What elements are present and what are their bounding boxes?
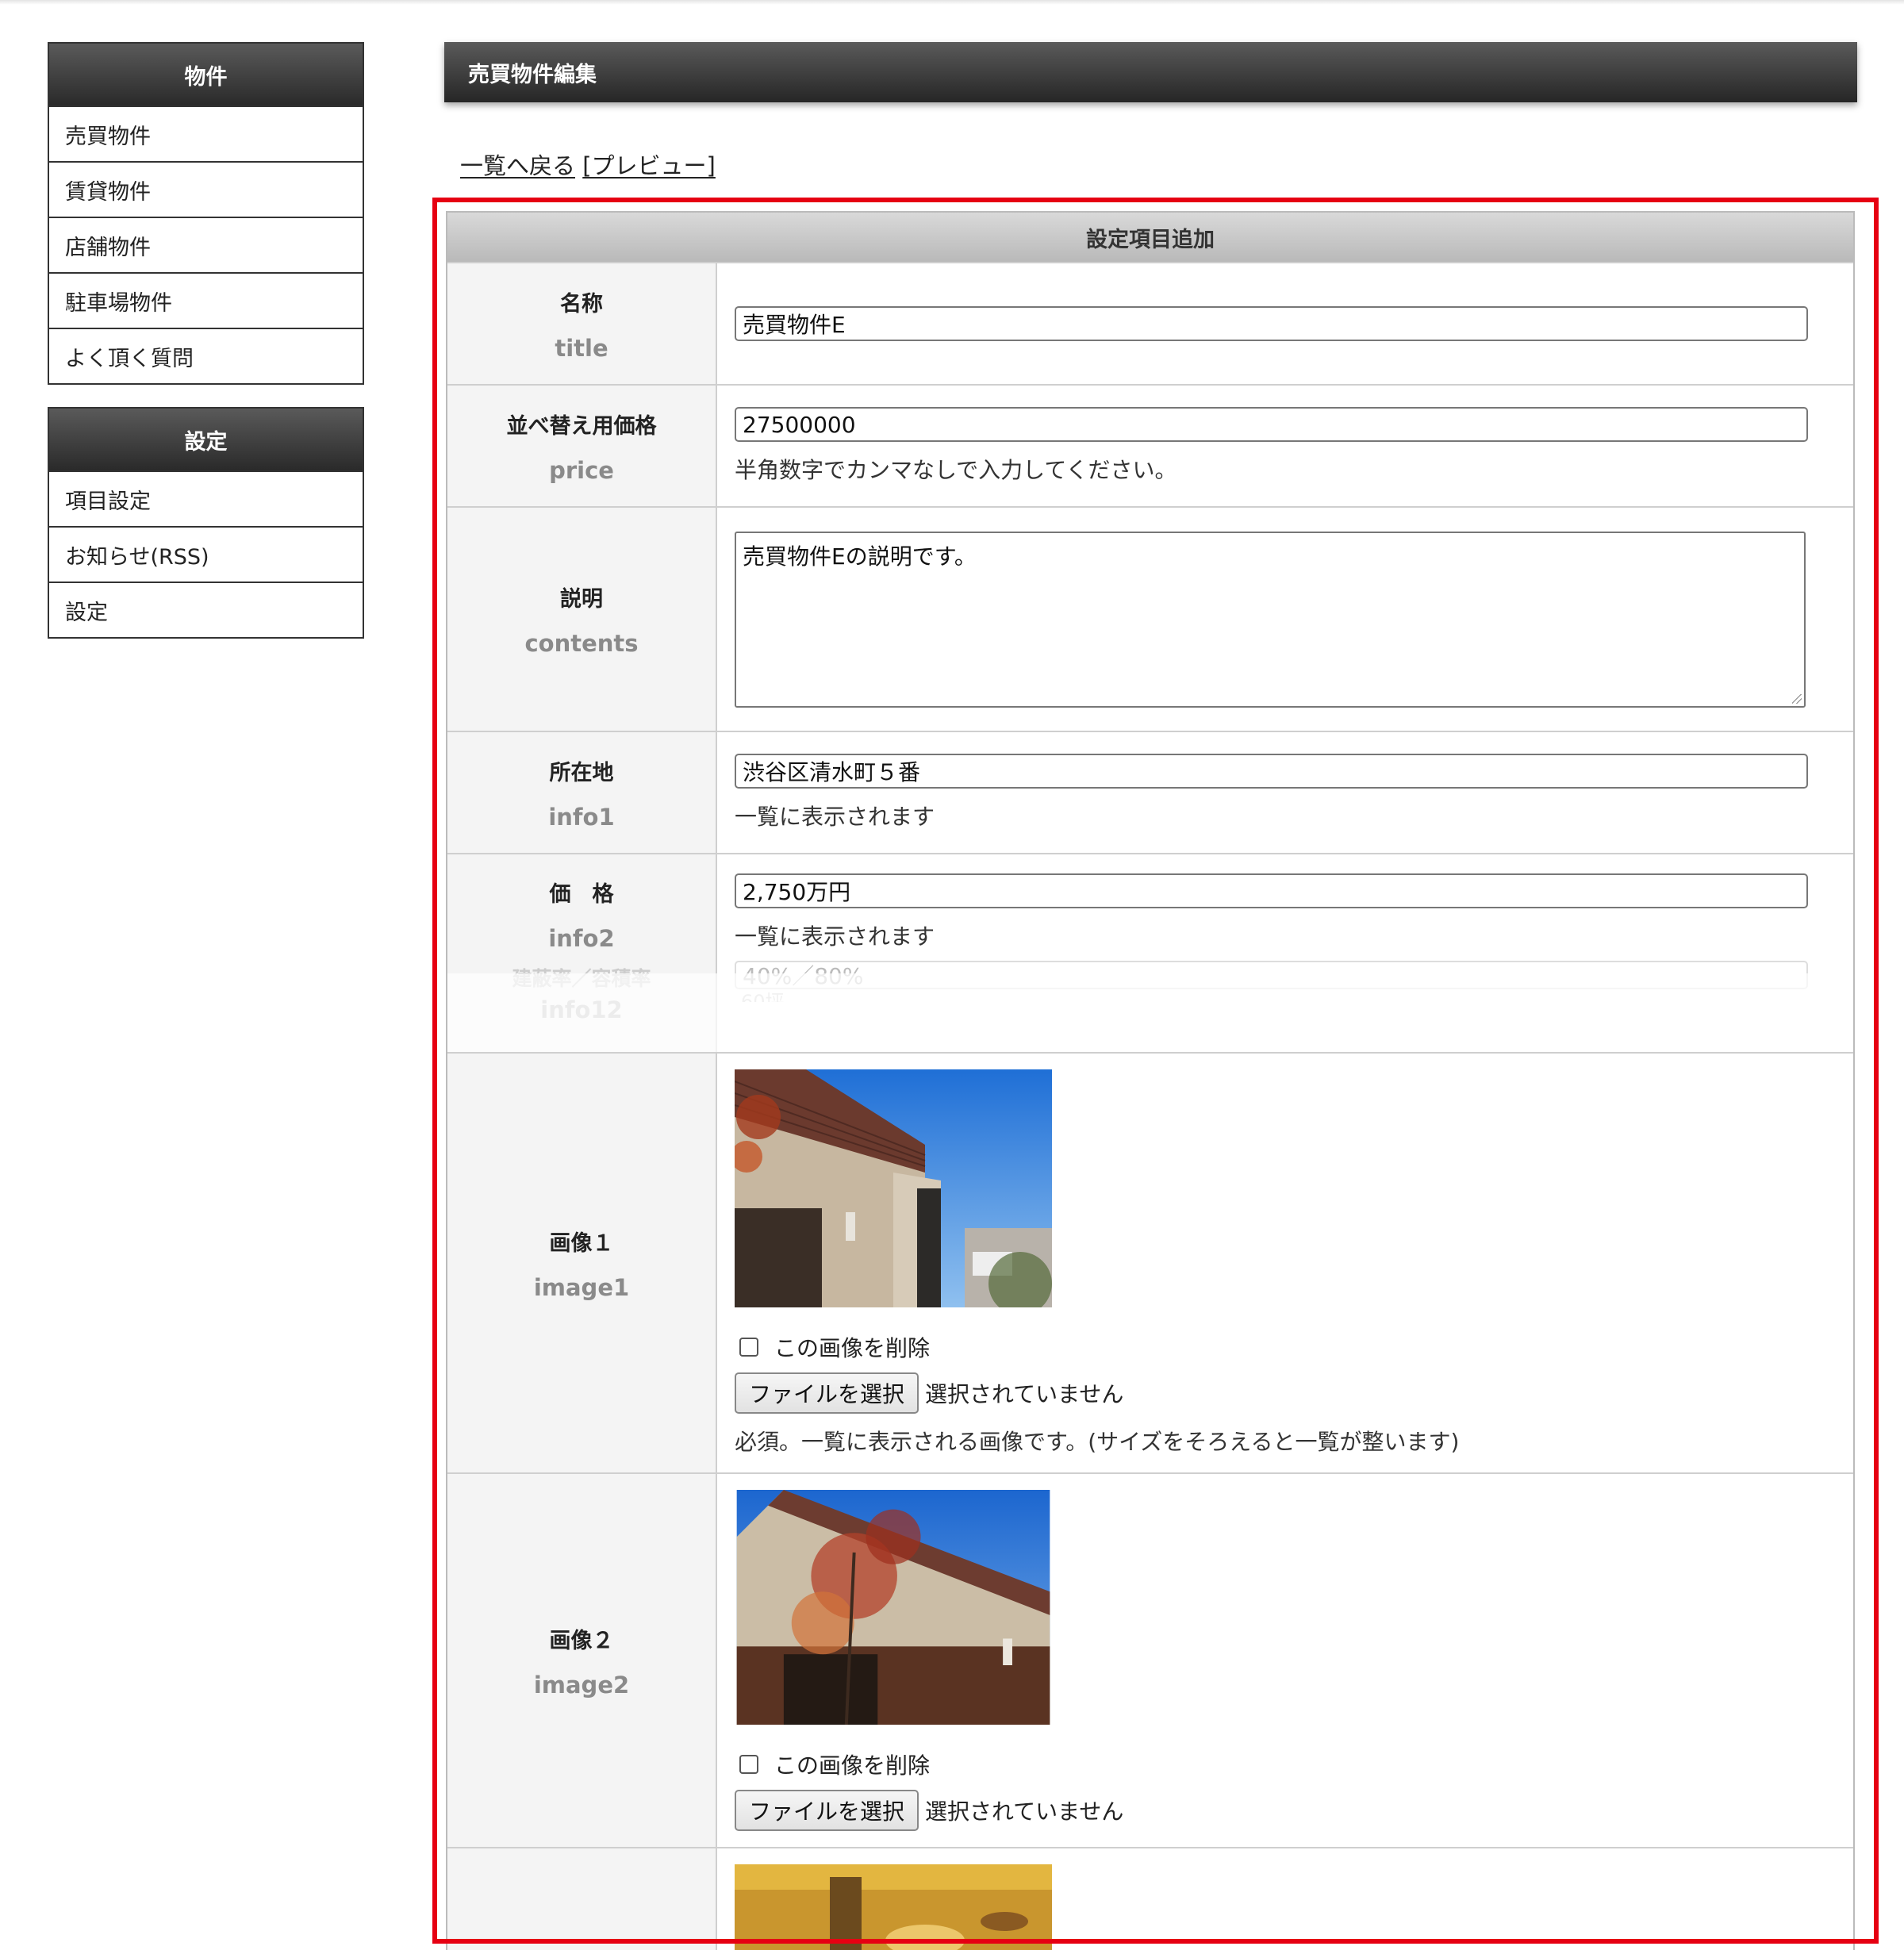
image1-file-status: 選択されていません [925, 1381, 1124, 1407]
sidebar-item-news-rss[interactable]: お知らせ(RSS) [49, 526, 363, 582]
field-label-ja-faded: 建蔽率／容積率 [512, 967, 651, 990]
contents-textarea[interactable]: 売買物件Eの説明です。 [735, 531, 1806, 708]
sidebar-heading: 物件 [49, 44, 363, 106]
price-note: 半角数字でカンマなしで入力してください。 [735, 457, 1177, 483]
info2-note: 一覧に表示されます [735, 923, 935, 950]
field-label-ja: 所在地 [549, 760, 614, 785]
field-label-key: title [555, 334, 608, 362]
sidebar-item-sale[interactable]: 売買物件 [49, 106, 363, 161]
field-label-key: price [549, 456, 614, 484]
field-label: 説明 contents [447, 508, 717, 731]
image2-file-row: ファイルを選択 選択されていません [735, 1790, 1837, 1831]
nav-links: 一覧へ戻る [プレビュー] [460, 148, 716, 181]
table-row: 画像１ image1 この画像を削除 ファイルを選択 選択されていません 必須。… [447, 1052, 1853, 1472]
sidebar-item-parking[interactable]: 駐車場物件 [49, 272, 363, 328]
table-row: 所在地 info1 渋谷区清水町５番 一覧に表示されます [447, 731, 1853, 853]
image1-delete-row: この画像を削除 [735, 1331, 1837, 1363]
form-table: 設定項目追加 名称 title 売買物件E 並べ替え用価格 price 2750… [446, 211, 1855, 1950]
field-label-ja: 画像２ [549, 1628, 614, 1653]
image2-file-button[interactable]: ファイルを選択 [735, 1790, 919, 1831]
sidebar-heading: 設定 [49, 409, 363, 470]
sidebar-item-rental[interactable]: 賃貸物件 [49, 161, 363, 217]
title-input[interactable]: 売買物件E [735, 306, 1808, 341]
field-label: 画像１ image1 [447, 1054, 717, 1472]
field-label: 名称 title [447, 263, 717, 384]
field-label: 所在地 info1 [447, 732, 717, 853]
sidebar-group-properties: 物件 売買物件 賃貸物件 店舗物件 駐車場物件 よく頂く質問 [48, 42, 364, 385]
field-label-key: info1 [548, 803, 615, 831]
field-label: 画像２ image2 [447, 1474, 717, 1847]
field-label-key-faded: info12 [540, 996, 623, 1023]
sidebar-item-settings[interactable]: 設定 [49, 582, 363, 637]
field-label-ja: 名称 [560, 291, 603, 317]
table-row [447, 1847, 1853, 1950]
image1-note: 必須。一覧に表示される画像です。(サイズをそろえると一覧が整います) [735, 1429, 1460, 1455]
field-label-ja: 説明 [560, 587, 603, 612]
price-input[interactable]: 27500000 [735, 407, 1808, 442]
image2-preview [736, 1490, 1050, 1725]
field-label-ja: 並べ替え用価格 [506, 413, 657, 439]
sidebar-item-store[interactable]: 店舗物件 [49, 217, 363, 272]
image1-preview [735, 1069, 1052, 1307]
field-label: 並べ替え用価格 price [447, 386, 717, 506]
field-label-ja: 画像１ [549, 1230, 614, 1256]
form-heading: 設定項目追加 [447, 211, 1853, 262]
info12-input[interactable]: 40%／80% [735, 961, 1808, 989]
image2-delete-label: この画像を削除 [774, 1752, 931, 1779]
field-label-ja: 価 格 [549, 882, 614, 907]
sidebar-item-field-settings[interactable]: 項目設定 [49, 470, 363, 526]
field-label-key: contents [524, 630, 639, 657]
image2-delete-row: この画像を削除 [735, 1748, 1837, 1780]
image1-delete-checkbox[interactable] [739, 1338, 758, 1357]
field-label: 価 格 info2 建蔽率／容積率 info12 [447, 854, 717, 1052]
sidebar-group-settings: 設定 項目設定 お知らせ(RSS) 設定 [48, 407, 364, 639]
image1-file-row: ファイルを選択 選択されていません [735, 1372, 1837, 1414]
sidebar-item-faq[interactable]: よく頂く質問 [49, 328, 363, 383]
preview-link[interactable]: [プレビュー] [582, 152, 716, 179]
field-label-key: image2 [533, 1671, 630, 1699]
table-row: 説明 contents 売買物件Eの説明です。 [447, 506, 1853, 731]
image3-preview [735, 1864, 1052, 1950]
info2-input[interactable]: 2,750万円 [735, 873, 1808, 908]
top-shadow [0, 0, 1904, 5]
image1-file-button[interactable]: ファイルを選択 [735, 1372, 919, 1414]
field-label [447, 1848, 717, 1950]
field-label-key: image1 [533, 1273, 630, 1301]
info12-input-2[interactable]: 60坪 [741, 986, 1837, 1002]
info1-input[interactable]: 渋谷区清水町５番 [735, 754, 1808, 789]
field-label-key: info2 [548, 925, 615, 952]
back-to-list-link[interactable]: 一覧へ戻る [460, 152, 575, 179]
table-row: 並べ替え用価格 price 27500000 半角数字でカンマなしで入力してくだ… [447, 384, 1853, 506]
image1-delete-label: この画像を削除 [774, 1335, 931, 1361]
table-row: 名称 title 売買物件E [447, 262, 1853, 384]
table-row: 画像２ image2 この画像を削除 ファイルを選択 選択されていません [447, 1472, 1853, 1847]
image2-file-status: 選択されていません [925, 1798, 1124, 1825]
table-row: 価 格 info2 建蔽率／容積率 info12 2,750万円 一覧に表示され… [447, 853, 1853, 1052]
info1-note: 一覧に表示されます [735, 804, 935, 830]
image2-delete-checkbox[interactable] [739, 1755, 758, 1774]
page-title: 売買物件編集 [444, 42, 1857, 102]
